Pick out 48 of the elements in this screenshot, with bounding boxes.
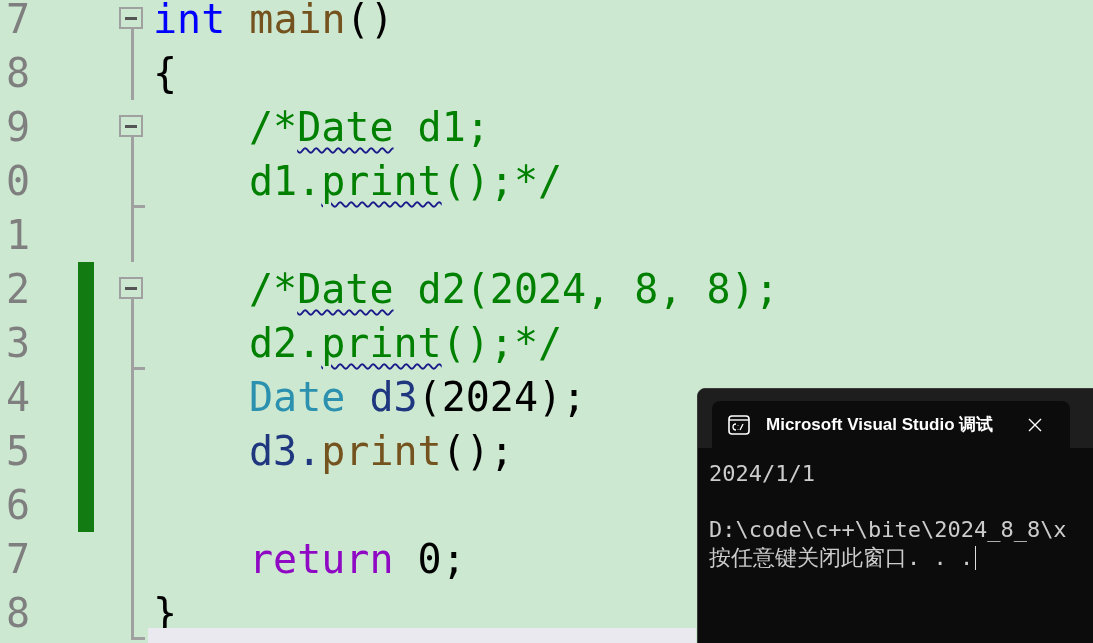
line-number: 8: [4, 589, 30, 638]
tab-title: Microsoft Visual Studio 调试: [766, 414, 995, 436]
line-number: 7: [4, 535, 30, 584]
line-number: 7: [4, 0, 30, 44]
line-number: 4: [4, 373, 30, 422]
code-comment: /*: [249, 104, 298, 150]
terminal-icon: [728, 414, 750, 435]
line-number: 0: [4, 157, 30, 206]
line-number: 8: [4, 49, 30, 98]
function-name: print: [321, 428, 442, 474]
keyword: int: [153, 0, 226, 42]
collapse-icon[interactable]: [119, 7, 143, 29]
code-text: (2024);: [417, 374, 587, 420]
text-cursor: [975, 546, 977, 570]
variable-name: d3.: [249, 428, 322, 474]
line-number: 3: [4, 319, 30, 368]
close-icon[interactable]: [1028, 417, 1042, 432]
code-comment: d1;: [417, 104, 490, 150]
code-comment: ();*/: [441, 158, 563, 204]
misspelled-word: print: [321, 158, 442, 204]
console-tab[interactable]: Microsoft Visual Studio 调试: [712, 401, 1070, 448]
misspelled-word: Date: [297, 266, 394, 312]
code-comment: d2(2024, 8, 8);: [417, 266, 779, 312]
code-comment: /*: [249, 266, 298, 312]
variable-name: d3: [369, 374, 418, 420]
console-output: D:\code\c++\bite\2024_8_8\x: [709, 516, 1067, 544]
scrollbar-track[interactable]: [148, 628, 696, 643]
code-text: (): [345, 0, 394, 42]
type-name: Date: [249, 374, 346, 420]
code-text: ();: [441, 428, 514, 474]
code-text: 0;: [417, 536, 466, 582]
line-number: 6: [4, 481, 30, 530]
function-name: main: [249, 0, 346, 42]
collapse-icon[interactable]: [119, 115, 143, 137]
line-number: 5: [4, 427, 30, 476]
line-number: 9: [4, 103, 30, 152]
keyword: return: [249, 536, 394, 582]
code-comment: ();*/: [441, 320, 563, 366]
misspelled-word: Date: [297, 104, 394, 150]
console-output: 按任意键关闭此窗口. . .: [709, 544, 974, 572]
code-comment: d2.: [249, 320, 322, 366]
console-output: 2024/1/1: [709, 460, 815, 488]
line-number: 2: [4, 265, 30, 314]
collapse-icon[interactable]: [119, 277, 143, 299]
code-text: {: [153, 50, 178, 96]
code-comment: d1.: [249, 158, 322, 204]
misspelled-word: print: [321, 320, 442, 366]
line-number: 1: [4, 211, 30, 260]
